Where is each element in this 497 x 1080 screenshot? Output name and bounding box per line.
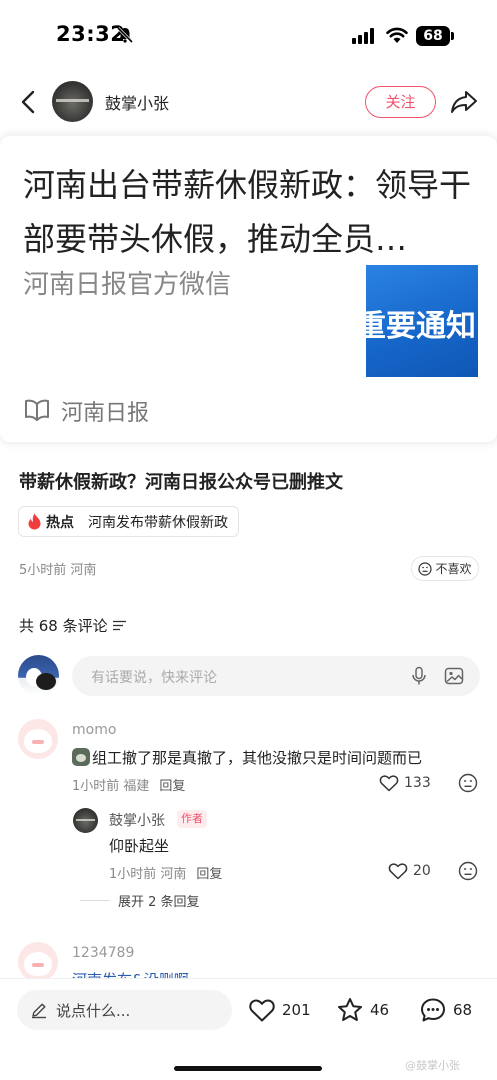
reply-like-button[interactable]: 20 (388, 862, 431, 880)
commenter-name[interactable]: momo (72, 722, 116, 738)
battery-tip (451, 32, 454, 40)
book-icon (25, 399, 49, 421)
comment-meta-text: 1小时前 福建 (72, 779, 150, 794)
comment-bubble-icon (421, 998, 445, 1022)
expand-divider (80, 900, 110, 901)
image-icon[interactable] (444, 666, 464, 686)
home-indicator (174, 1066, 322, 1071)
unhappy-face-icon (418, 561, 433, 576)
post-title: 带薪休假新政？河南日报公众号已删推文 (19, 472, 343, 493)
follow-button[interactable]: 关注 (365, 86, 436, 118)
dislike-button[interactable]: 不喜欢 (411, 556, 479, 581)
hot-topic-text: 河南发布带薪休假新政 (88, 514, 228, 531)
post-like-button[interactable]: 201 (248, 996, 311, 1024)
cat-emoji-icon (72, 748, 90, 766)
link-card-thumbnail: 重要通知 (366, 265, 478, 377)
star-icon (338, 998, 362, 1021)
link-card-footer-label: 河南日报 (61, 401, 150, 426)
post-comment-count: 68 (453, 1001, 473, 1019)
heart-icon (249, 999, 275, 1022)
link-card-title: 河南出台带薪休假新政：领导干部要带头休假，推动全员… (23, 166, 472, 258)
comment-meta: 1小时前 福建 回复 (72, 775, 185, 794)
current-user-avatar (18, 655, 59, 696)
author-name[interactable]: 鼓掌小张 (105, 90, 169, 114)
watermark: @鼓掌小张 (405, 1059, 460, 1072)
microphone-icon[interactable] (409, 666, 429, 686)
commenter-avatar[interactable] (18, 719, 58, 759)
battery-indicator: 68 (416, 26, 450, 46)
comment-count-sort[interactable]: 共 68 条评论 (19, 615, 126, 636)
thumbnail-text: 重要通知 (366, 309, 476, 344)
post-comment-button[interactable]: 68 (419, 996, 472, 1024)
say-something-input[interactable]: 说点什么... (17, 990, 232, 1030)
back-arrow-icon[interactable] (18, 88, 40, 116)
author-badge: 作者 (177, 810, 207, 828)
signal-icon (352, 28, 374, 44)
expand-replies-button[interactable]: 展开 2 条回复 (80, 891, 200, 910)
flame-icon (28, 513, 41, 530)
reply-author-name[interactable]: 鼓掌小张 (109, 810, 165, 830)
comment-like-button[interactable]: 133 (379, 774, 431, 792)
wifi-icon (386, 27, 408, 43)
share-icon[interactable] (450, 89, 478, 115)
post-like-count: 201 (282, 1001, 311, 1019)
post-header: 鼓掌小张 关注 (0, 72, 497, 132)
link-card[interactable]: 河南出台带薪休假新政：领导干部要带头休假，推动全员… 河南日报官方微信 重要通知… (0, 136, 497, 442)
post-favorite-button[interactable]: 46 (336, 996, 389, 1024)
say-something-placeholder: 说点什么... (56, 1001, 131, 1020)
comment-dislike-icon[interactable] (458, 773, 478, 793)
heart-icon (379, 775, 399, 792)
reply-button[interactable]: 回复 (159, 779, 185, 794)
comment-count-label: 共 68 条评论 (19, 617, 108, 635)
comment-like-count: 133 (404, 775, 431, 791)
hot-label: 热点 (46, 514, 74, 531)
comment-input[interactable]: 有话要说，快来评论 (72, 656, 480, 696)
author-avatar[interactable] (52, 81, 93, 122)
hot-topic-tag[interactable]: 热点 河南发布带薪休假新政 (18, 506, 239, 537)
pencil-icon (32, 1003, 46, 1019)
reply-meta: 1小时前 河南 回复 (109, 863, 222, 882)
status-bar: 23:32 68 (0, 0, 497, 72)
reply-author-avatar[interactable] (73, 808, 98, 833)
bell-muted-icon (116, 26, 134, 44)
link-card-source: 河南日报官方微信 (23, 270, 232, 300)
post-meta: 5小时前 河南 (19, 563, 97, 578)
reply-text: 仰卧起坐 (109, 837, 170, 855)
reply-meta-text: 1小时前 河南 (109, 867, 187, 882)
commenter-avatar[interactable] (18, 942, 58, 982)
heart-icon (388, 863, 408, 880)
post-favorite-count: 46 (370, 1001, 390, 1019)
commenter-name[interactable]: 1234789 (72, 945, 134, 961)
comment-text-body: 组工撤了那是真撤了，其他没撤只是时间问题而已 (92, 749, 423, 767)
reply-dislike-icon[interactable] (458, 861, 478, 881)
reply-like-count: 20 (413, 863, 431, 879)
status-time: 23:32 (56, 22, 126, 46)
dislike-label: 不喜欢 (435, 562, 472, 576)
expand-replies-label: 展开 2 条回复 (118, 895, 200, 910)
reply-reply-button[interactable]: 回复 (196, 867, 222, 882)
sort-icon (112, 620, 126, 631)
comment-input-placeholder: 有话要说，快来评论 (91, 670, 217, 686)
comment-text: 组工撤了那是真撤了，其他没撤只是时间问题而已 (72, 747, 422, 768)
